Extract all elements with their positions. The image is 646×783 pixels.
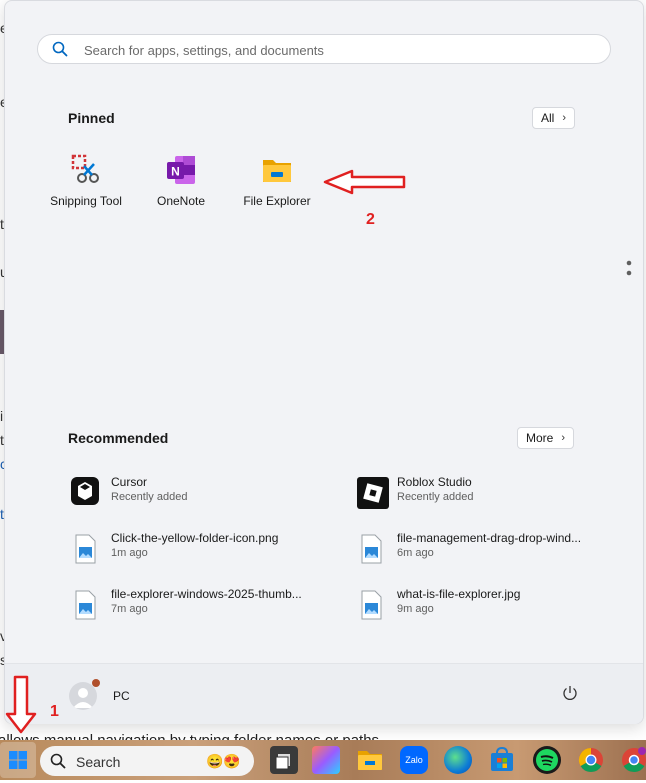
pinned-title: Pinned — [68, 110, 115, 126]
background-text: i — [0, 408, 4, 424]
user-status-dot — [92, 679, 100, 687]
svg-text:N: N — [171, 165, 180, 179]
annotation-arrow-left — [323, 169, 406, 195]
recommended-item-name: Click-the-yellow-folder-icon.png — [111, 531, 279, 545]
pinned-app-label: File Explorer — [243, 194, 311, 208]
copilot-icon[interactable] — [312, 746, 340, 774]
chevron-right-icon: › — [562, 112, 567, 124]
pinned-app-file-explorer[interactable]: File Explorer — [232, 154, 322, 208]
emoji-decoration-icon: 😄😍 — [206, 753, 241, 769]
more-button[interactable]: More › — [517, 427, 575, 449]
recommended-item-file[interactable]: file-explorer-windows-2025-thumb... 7m a… — [71, 585, 321, 625]
start-footer: PC — [5, 663, 643, 724]
all-apps-button[interactable]: All › — [532, 107, 576, 129]
start-menu: Pinned All › Snipping Tool N O — [4, 0, 644, 724]
search-icon — [50, 753, 66, 769]
search-icon — [52, 41, 68, 57]
taskbar-search-label: Search — [76, 754, 121, 770]
power-icon — [563, 686, 577, 700]
chrome-profile-icon[interactable] — [620, 746, 646, 774]
search-input[interactable] — [82, 40, 586, 60]
spotify-icon[interactable] — [533, 746, 561, 774]
pinned-app-label: Snipping Tool — [50, 194, 122, 208]
image-file-icon — [357, 589, 389, 621]
recommended-item-name: file-explorer-windows-2025-thumb... — [111, 587, 302, 601]
recommended-item-cursor[interactable]: Cursor Recently added — [71, 473, 321, 513]
recommended-title: Recommended — [68, 430, 169, 446]
recommended-item-roblox-studio[interactable]: Roblox Studio Recently added — [357, 473, 607, 513]
annotation-step-1: 1 — [50, 703, 59, 720]
taskbar-search[interactable]: Search 😄😍 — [40, 746, 254, 776]
snipping-tool-icon — [70, 154, 102, 186]
recommended-item-file[interactable]: what-is-file-explorer.jpg 9m ago — [357, 585, 607, 625]
pinned-app-label: OneNote — [156, 194, 206, 208]
windows-start-button[interactable] — [0, 742, 36, 778]
chevron-right-icon: › — [561, 432, 566, 444]
pinned-app-onenote[interactable]: N OneNote — [136, 154, 226, 208]
annotation-arrow-down — [5, 675, 37, 734]
image-file-icon — [357, 533, 389, 565]
more-label: More — [526, 431, 554, 445]
start-search-box[interactable] — [37, 34, 611, 64]
power-button[interactable] — [561, 684, 579, 707]
page-indicator-dots[interactable] — [626, 259, 632, 284]
recommended-item-name: Roblox Studio — [397, 475, 472, 489]
recommended-item-file[interactable]: file-management-drag-drop-wind... 6m ago — [357, 529, 607, 569]
recommended-item-time: Recently added — [397, 491, 474, 503]
zalo-icon[interactable]: Zalo — [400, 746, 428, 774]
recommended-item-name: file-management-drag-drop-wind... — [397, 531, 582, 545]
recommended-item-file[interactable]: Click-the-yellow-folder-icon.png 1m ago — [71, 529, 321, 569]
zalo-label: Zalo — [405, 755, 423, 765]
windows-logo-icon — [9, 751, 27, 769]
microsoft-store-icon[interactable] — [488, 746, 516, 774]
edge-icon[interactable] — [444, 746, 472, 774]
pinned-app-snipping-tool[interactable]: Snipping Tool — [41, 154, 131, 208]
task-view-icon[interactable] — [270, 746, 298, 774]
recommended-item-time: 6m ago — [397, 547, 434, 559]
recommended-item-time: 9m ago — [397, 603, 434, 615]
file-explorer-taskbar-icon[interactable] — [356, 746, 384, 774]
annotation-step-2: 2 — [366, 211, 375, 228]
recommended-item-name: Cursor — [111, 475, 148, 489]
image-file-icon — [71, 533, 103, 565]
recommended-item-time: 1m ago — [111, 547, 148, 559]
user-name[interactable]: PC — [113, 689, 130, 703]
image-file-icon — [71, 589, 103, 621]
chrome-icon[interactable] — [577, 746, 605, 774]
all-apps-label: All — [541, 111, 555, 125]
onenote-icon: N — [165, 154, 197, 186]
taskbar: Search 😄😍 Zalo — [0, 740, 646, 780]
recommended-item-name: what-is-file-explorer.jpg — [397, 587, 521, 601]
cursor-app-icon — [71, 477, 103, 509]
file-explorer-icon — [261, 154, 293, 186]
recommended-item-time: Recently added — [111, 491, 188, 503]
recommended-item-time: 7m ago — [111, 603, 148, 615]
roblox-studio-icon — [357, 477, 389, 509]
